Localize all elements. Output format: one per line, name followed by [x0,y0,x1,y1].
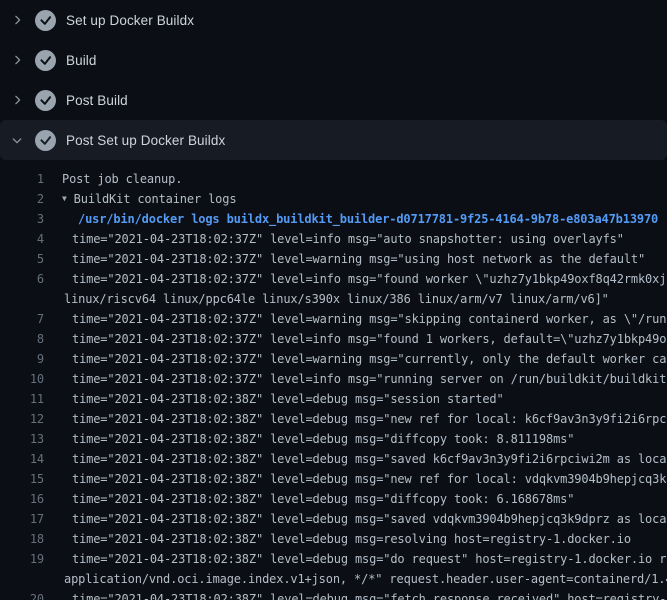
line-number[interactable]: 2 [0,189,44,209]
line-number[interactable]: 16 [0,489,44,509]
group-toggle-icon[interactable]: ▼ [62,189,67,209]
log-text: linux/riscv64 linux/ppc64le linux/s390x … [64,289,667,309]
log-text: time="2021-04-23T18:02:37Z" level=warnin… [72,309,667,329]
log-line: 1 Post job cleanup. [0,169,667,189]
step-row-collapsed[interactable]: Set up Docker Buildx [0,0,667,40]
line-number [0,289,44,309]
line-number[interactable]: 17 [0,509,44,529]
log-line: 3 /usr/bin/docker logs buildx_buildkit_b… [0,209,667,229]
step-row-collapsed[interactable]: Build [0,40,667,80]
log-text: time="2021-04-23T18:02:38Z" level=debug … [72,489,667,509]
log-line: 17 time="2021-04-23T18:02:38Z" level=deb… [0,509,667,529]
log-text: application/vnd.oci.image.index.v1+json,… [64,569,667,589]
step-row-collapsed[interactable]: Post Build [0,80,667,120]
log-text: time="2021-04-23T18:02:37Z" level=warnin… [72,349,667,369]
log-line: 13 time="2021-04-23T18:02:38Z" level=deb… [0,429,667,449]
line-number[interactable]: 11 [0,389,44,409]
line-number[interactable]: 8 [0,329,44,349]
log-text: Post job cleanup. [62,169,667,189]
log-line: 14 time="2021-04-23T18:02:38Z" level=deb… [0,449,667,469]
log-line: 5 time="2021-04-23T18:02:37Z" level=warn… [0,249,667,269]
log-line: 19 time="2021-04-23T18:02:38Z" level=deb… [0,549,667,569]
step-label: Set up Docker Buildx [66,13,194,28]
line-number[interactable]: 6 [0,269,44,289]
log-text: time="2021-04-23T18:02:38Z" level=debug … [72,469,667,489]
chevron-right-icon [9,92,25,108]
log-text: time="2021-04-23T18:02:37Z" level=info m… [72,229,667,249]
log-panel: 1 Post job cleanup. 2 ▼ BuildKit contain… [0,160,667,600]
log-text: time="2021-04-23T18:02:38Z" level=debug … [72,389,667,409]
line-number[interactable]: 9 [0,349,44,369]
log-line: 2 ▼ BuildKit container logs [0,189,667,209]
step-label: Post Set up Docker Buildx [66,133,225,148]
log-text: time="2021-04-23T18:02:38Z" level=debug … [72,529,667,549]
line-number[interactable]: 4 [0,229,44,249]
log-line: 16 time="2021-04-23T18:02:38Z" level=deb… [0,489,667,509]
line-number[interactable]: 7 [0,309,44,329]
log-text: time="2021-04-23T18:02:38Z" level=debug … [72,549,667,569]
step-row-expanded[interactable]: Post Set up Docker Buildx [0,120,667,160]
log-text: BuildKit container logs [74,189,667,209]
log-line: 20 time="2021-04-23T18:02:38Z" level=deb… [0,589,667,600]
log-text: time="2021-04-23T18:02:37Z" level=info m… [72,269,667,289]
chevron-right-icon [9,52,25,68]
log-text: time="2021-04-23T18:02:37Z" level=warnin… [72,249,667,269]
log-line: application/vnd.oci.image.index.v1+json,… [0,569,667,589]
log-line: 9 time="2021-04-23T18:02:37Z" level=warn… [0,349,667,369]
line-number[interactable]: 1 [0,169,44,189]
log-line: 11 time="2021-04-23T18:02:38Z" level=deb… [0,389,667,409]
check-circle-icon [35,10,56,31]
log-line: 18 time="2021-04-23T18:02:38Z" level=deb… [0,529,667,549]
line-number[interactable]: 19 [0,549,44,569]
log-line: 4 time="2021-04-23T18:02:37Z" level=info… [0,229,667,249]
log-text: /usr/bin/docker logs buildx_buildkit_bui… [78,209,667,229]
line-number[interactable]: 15 [0,469,44,489]
log-line: 15 time="2021-04-23T18:02:38Z" level=deb… [0,469,667,489]
line-number[interactable]: 20 [0,589,44,600]
line-number[interactable]: 18 [0,529,44,549]
line-number [0,569,44,589]
log-text: time="2021-04-23T18:02:38Z" level=debug … [72,509,667,529]
log-line: linux/riscv64 linux/ppc64le linux/s390x … [0,289,667,309]
log-line: 10 time="2021-04-23T18:02:37Z" level=inf… [0,369,667,389]
check-circle-icon [35,90,56,111]
check-circle-icon [35,50,56,71]
log-line: 12 time="2021-04-23T18:02:38Z" level=deb… [0,409,667,429]
line-number[interactable]: 14 [0,449,44,469]
line-number[interactable]: 5 [0,249,44,269]
chevron-right-icon [9,12,25,28]
actions-log-viewer: Set up Docker Buildx Build Post Build [0,0,667,600]
log-text: time="2021-04-23T18:02:37Z" level=info m… [72,329,667,349]
log-text: time="2021-04-23T18:02:38Z" level=debug … [72,589,667,600]
steps-list: Set up Docker Buildx Build Post Build [0,0,667,160]
log-text: time="2021-04-23T18:02:38Z" level=debug … [72,449,667,469]
line-number[interactable]: 13 [0,429,44,449]
line-number[interactable]: 12 [0,409,44,429]
chevron-down-icon [9,132,25,148]
log-text: time="2021-04-23T18:02:38Z" level=debug … [72,429,667,449]
log-line: 6 time="2021-04-23T18:02:37Z" level=info… [0,269,667,289]
log-line: 7 time="2021-04-23T18:02:37Z" level=warn… [0,309,667,329]
line-number[interactable]: 10 [0,369,44,389]
log-text: time="2021-04-23T18:02:37Z" level=info m… [72,369,667,389]
step-label: Post Build [66,93,128,108]
log-line: 8 time="2021-04-23T18:02:37Z" level=info… [0,329,667,349]
step-label: Build [66,53,97,68]
line-number[interactable]: 3 [0,209,44,229]
check-circle-icon [35,130,56,151]
log-text: time="2021-04-23T18:02:38Z" level=debug … [72,409,667,429]
